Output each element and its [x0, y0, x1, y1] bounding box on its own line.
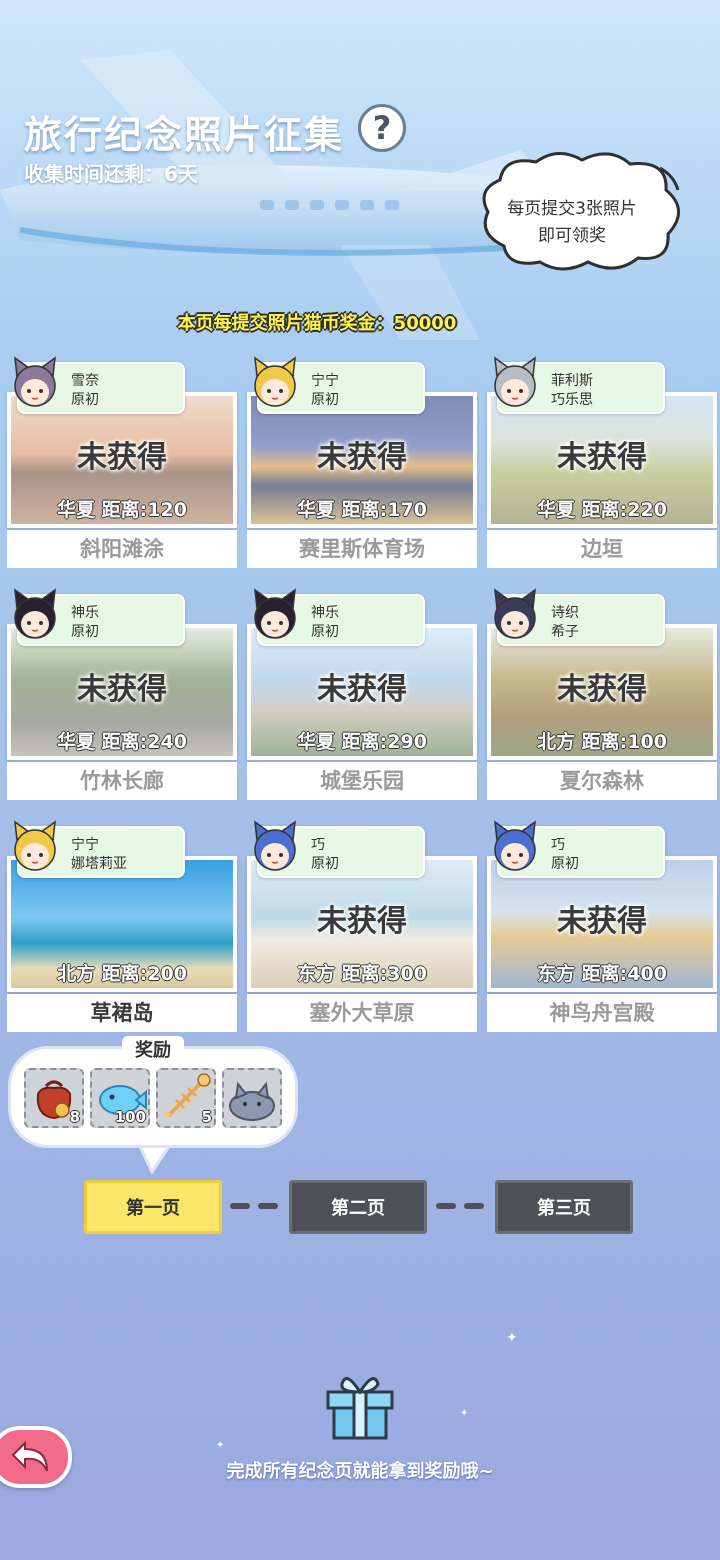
location-name: 斜阳滩涂 [7, 530, 237, 568]
back-button[interactable] [0, 1426, 72, 1488]
character-name: 雪奈 [71, 373, 99, 389]
reward-slot[interactable] [222, 1068, 282, 1128]
character-name: 菲利斯 [551, 373, 593, 389]
tab-page-2[interactable]: 第二页 [289, 1180, 427, 1234]
character-avatar-icon [494, 820, 536, 871]
character-skin: 原初 [71, 392, 99, 408]
help-button[interactable]: ? [358, 104, 406, 152]
character-name: 宁宁 [311, 373, 339, 389]
character-skin: 巧乐思 [551, 392, 593, 408]
character-name: 神乐 [311, 605, 339, 621]
character-skin: 原初 [311, 856, 339, 872]
rewards-label: 奖励 [122, 1036, 184, 1062]
sparkle: ✦ [216, 1440, 225, 1451]
distance-label: 华夏 距离:290 [297, 731, 427, 753]
photo-card[interactable]: 未获得 东方 距离:300 塞外大草原 巧 原初 [247, 820, 477, 1032]
question-icon: ? [372, 109, 392, 147]
footer-hint: 完成所有纪念页就能拿到奖励哦~ [226, 1461, 494, 1482]
location-name: 边垣 [487, 530, 717, 568]
divider [258, 1203, 278, 1209]
divider [464, 1203, 484, 1209]
status-label: 未获得 [77, 672, 167, 707]
bonus-text: 本页每提交照片猫币奖金：50000 [177, 313, 457, 334]
page-title: 旅行纪念照片征集 [24, 113, 345, 157]
location-name: 夏尔森林 [487, 762, 717, 800]
location-name: 赛里斯体育场 [247, 530, 477, 568]
speech-bubble-text: 每页提交3张照片 即可领奖 [507, 199, 637, 246]
photo-card[interactable]: 未获得 东方 距离:400 神鸟舟宫殿 巧 原初 [487, 820, 717, 1032]
distance-label: 华夏 距离:120 [57, 499, 187, 521]
distance-label: 华夏 距离:220 [537, 499, 667, 521]
divider [436, 1203, 456, 1209]
location-name: 草裙岛 [7, 994, 237, 1032]
status-label: 未获得 [317, 672, 407, 707]
status-label: 未获得 [77, 440, 167, 475]
tab-page-1[interactable]: 第一页 [84, 1180, 222, 1234]
photo-card[interactable]: 未获得 华夏 距离:290 城堡乐园 神乐 原初 [247, 588, 477, 800]
gift-box-icon[interactable] [322, 1366, 398, 1440]
location-name: 神鸟舟宫殿 [487, 994, 717, 1032]
photo-card[interactable]: 未获得 华夏 距离:240 竹林长廊 神乐 原初 [7, 588, 237, 800]
character-skin: 原初 [551, 856, 579, 872]
character-avatar-icon [254, 588, 296, 639]
character-name: 巧 [551, 837, 565, 853]
reward-slot[interactable]: 100 [90, 1068, 150, 1128]
character-name: 宁宁 [71, 837, 99, 853]
status-label: 未获得 [317, 904, 407, 939]
location-name: 城堡乐园 [247, 762, 477, 800]
character-skin: 原初 [311, 392, 339, 408]
distance-label: 华夏 距离:240 [57, 731, 187, 753]
character-avatar-icon [14, 820, 56, 871]
character-name: 诗织 [551, 605, 579, 621]
reward-count: 5 [201, 1108, 212, 1126]
character-avatar-icon [14, 588, 56, 639]
distance-label: 华夏 距离:170 [297, 499, 427, 521]
photo-card[interactable]: 未获得 华夏 距离:220 边垣 菲利斯 巧乐思 [487, 356, 717, 568]
location-name: 塞外大草原 [247, 994, 477, 1032]
character-avatar-icon [254, 356, 296, 407]
tab-page-3[interactable]: 第三页 [495, 1180, 633, 1234]
location-name: 竹林长廊 [7, 762, 237, 800]
distance-label: 北方 距离:100 [537, 731, 667, 753]
character-name: 神乐 [71, 605, 99, 621]
character-avatar-icon [14, 356, 56, 407]
cat-plush-icon [229, 1081, 275, 1121]
back-arrow-icon [11, 1440, 48, 1472]
character-skin: 娜塔莉亚 [71, 856, 127, 872]
character-avatar-icon [494, 356, 536, 407]
photo-card[interactable]: 未获得 华夏 距离:170 赛里斯体育场 宁宁 原初 [247, 356, 477, 568]
status-label: 未获得 [557, 672, 647, 707]
sparkle: ✦ [506, 1330, 518, 1346]
reward-count: 8 [69, 1108, 80, 1126]
character-name: 巧 [311, 837, 325, 853]
distance-label: 东方 距离:400 [537, 963, 667, 985]
reward-slot[interactable]: 5 [156, 1068, 216, 1128]
divider [230, 1203, 250, 1209]
character-skin: 原初 [311, 624, 339, 640]
reward-slot[interactable]: 8 [24, 1068, 84, 1128]
character-skin: 原初 [71, 624, 99, 640]
status-label: 未获得 [317, 440, 407, 475]
distance-label: 东方 距离:300 [297, 963, 427, 985]
character-avatar-icon [254, 820, 296, 871]
sparkle: ✦ [460, 1408, 469, 1419]
photo-card[interactable]: 未获得 华夏 距离:120 斜阳滩涂 雪奈 原初 [7, 356, 237, 568]
character-avatar-icon [494, 588, 536, 639]
photo-card[interactable]: 北方 距离:200 草裙岛 宁宁 娜塔莉亚 [7, 820, 237, 1032]
status-label: 未获得 [557, 904, 647, 939]
countdown-text: 收集时间还剩：6天 [24, 162, 198, 186]
status-label: 未获得 [557, 440, 647, 475]
distance-label: 北方 距离:200 [57, 963, 187, 985]
photo-card[interactable]: 未获得 北方 距离:100 夏尔森林 诗织 希子 [487, 588, 717, 800]
reward-count: 100 [114, 1108, 146, 1126]
character-skin: 希子 [551, 624, 579, 640]
